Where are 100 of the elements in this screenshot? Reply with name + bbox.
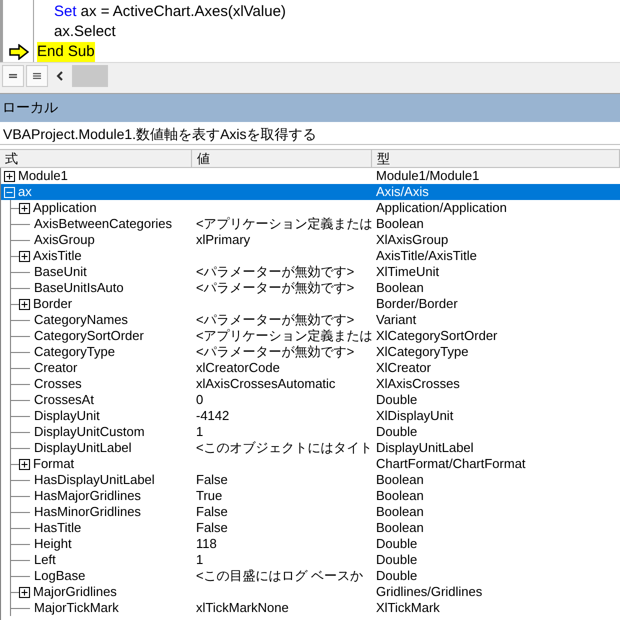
- type-cell-text: XlAxisCrosses: [375, 376, 461, 392]
- locals-row[interactable]: Left 1 Double: [1, 552, 620, 568]
- expand-icon[interactable]: [19, 298, 30, 310]
- expression-text: DisplayUnit: [34, 408, 100, 424]
- expression-text: AxisBetweenCategories: [34, 216, 172, 232]
- expression-text: CategoryNames: [34, 312, 128, 328]
- locals-row[interactable]: Creator xlCreatorCode XlCreator: [1, 360, 620, 376]
- scrollbar-thumb[interactable]: [72, 65, 108, 87]
- locals-row[interactable]: BaseUnitIsAuto <パラメーターが無効です> Boolean: [1, 280, 620, 296]
- value-cell-text: False: [195, 504, 229, 520]
- value-cell-text: <アプリケーション定義または: [195, 328, 373, 344]
- locals-row[interactable]: BaseUnit <パラメーターが無効です> XlTimeUnit: [1, 264, 620, 280]
- locals-row[interactable]: HasMinorGridlines False Boolean: [1, 504, 620, 520]
- column-header[interactable]: 型: [372, 150, 620, 167]
- locals-row[interactable]: HasMajorGridlines True Boolean: [1, 488, 620, 504]
- expression-text: MajorGridlines: [33, 584, 117, 600]
- value-cell-text: 1: [195, 424, 204, 440]
- locals-row[interactable]: ax Axis/Axis: [1, 184, 620, 200]
- locals-row[interactable]: Module1 Module1/Module1: [1, 168, 620, 184]
- value-cell-text: True: [195, 488, 224, 504]
- locals-title: ローカル: [0, 94, 620, 122]
- three-lines-icon: [33, 73, 41, 79]
- locals-row[interactable]: Height 118 Double: [1, 536, 620, 552]
- type-cell-text: XlAxisGroup: [375, 232, 450, 248]
- value-cell-text: <パラメーターが無効です>: [195, 264, 356, 280]
- expression-text: HasDisplayUnitLabel: [34, 472, 155, 488]
- expression-text: AxisGroup: [34, 232, 95, 248]
- two-lines-icon: [9, 73, 17, 79]
- type-cell-text: Boolean: [375, 472, 425, 488]
- value-cell-text: False: [195, 520, 229, 536]
- locals-row[interactable]: CategoryType <パラメーターが無効です> XlCategoryType: [1, 344, 620, 360]
- type-cell-text: Axis/Axis: [375, 184, 430, 200]
- value-cell-text: <パラメーターが無効です>: [195, 312, 356, 328]
- expression-text: CrossesAt: [34, 392, 94, 408]
- locals-row[interactable]: DisplayUnitCustom 1 Double: [1, 424, 620, 440]
- locals-row[interactable]: AxisGroup xlPrimary XlAxisGroup: [1, 232, 620, 248]
- expression-text: DisplayUnitLabel: [34, 440, 132, 456]
- code-line: Set ax = ActiveChart.Axes(xlValue): [54, 2, 286, 22]
- expand-icon[interactable]: [19, 202, 30, 214]
- expand-icon[interactable]: [4, 170, 15, 182]
- value-cell-text: <パラメーターが無効です>: [195, 280, 356, 296]
- expression-text: Crosses: [34, 376, 82, 392]
- type-cell-text: Double: [375, 392, 418, 408]
- expression-text: Application: [33, 200, 97, 216]
- locals-row[interactable]: Application Application/Application: [1, 200, 620, 216]
- locals-row[interactable]: Format ChartFormat/ChartFormat: [1, 456, 620, 472]
- type-cell-text: Boolean: [375, 520, 425, 536]
- expression-text: ax: [18, 184, 32, 200]
- value-cell-text: <アプリケーション定義または: [195, 216, 373, 232]
- expression-text: HasTitle: [34, 520, 82, 536]
- value-cell-text: xlCreatorCode: [195, 360, 281, 376]
- type-cell-text: Gridlines/Gridlines: [375, 584, 484, 600]
- expression-text: Format: [33, 456, 74, 472]
- locals-row[interactable]: DisplayUnit -4142 XlDisplayUnit: [1, 408, 620, 424]
- module-view-button[interactable]: [26, 65, 48, 87]
- value-cell-text: <このオブジェクトにはタイト: [195, 440, 373, 456]
- column-header[interactable]: 値: [192, 150, 372, 167]
- type-cell-text: DisplayUnitLabel: [375, 440, 475, 456]
- type-cell-text: XlCreator: [375, 360, 432, 376]
- locals-row[interactable]: Crosses xlAxisCrossesAutomatic XlAxisCrosses: [1, 376, 620, 392]
- type-cell-text: XlTimeUnit: [375, 264, 440, 280]
- value-cell-text: False: [195, 472, 229, 488]
- locals-row[interactable]: HasDisplayUnitLabel False Boolean: [1, 472, 620, 488]
- type-cell-text: XlCategorySortOrder: [375, 328, 498, 344]
- locals-row[interactable]: Border Border/Border: [1, 296, 620, 312]
- code-line: ax.Select: [54, 22, 116, 42]
- locals-row[interactable]: MajorGridlines Gridlines/Gridlines: [1, 584, 620, 600]
- expression-text: AxisTitle: [33, 248, 82, 264]
- column-header[interactable]: 式: [0, 150, 192, 167]
- locals-row[interactable]: DisplayUnitLabel <このオブジェクトにはタイト DisplayUnitLabel: [1, 440, 620, 456]
- type-cell-text: Boolean: [375, 488, 425, 504]
- expression-text: CategoryType: [34, 344, 115, 360]
- expression-text: BaseUnit: [34, 264, 87, 280]
- locals-row[interactable]: AxisTitle AxisTitle/AxisTitle: [1, 248, 620, 264]
- locals-row[interactable]: AxisBetweenCategories <アプリケーション定義または Boolean: [1, 216, 620, 232]
- expression-text: Border: [33, 296, 72, 312]
- procedure-view-button[interactable]: [2, 65, 24, 87]
- locals-row[interactable]: CrossesAt 0 Double: [1, 392, 620, 408]
- expand-icon[interactable]: [19, 586, 30, 598]
- type-cell-text: Double: [375, 552, 418, 568]
- locals-row[interactable]: MajorTickMark xlTickMarkNone XlTickMark: [1, 600, 620, 616]
- type-cell-text: ChartFormat/ChartFormat: [375, 456, 527, 472]
- type-cell-text: Module1/Module1: [375, 168, 480, 184]
- collapse-icon[interactable]: [4, 186, 15, 198]
- type-cell-text: Variant: [375, 312, 418, 328]
- expand-icon[interactable]: [19, 250, 30, 262]
- locals-row[interactable]: LogBase <この目盛にはログ ベースか Double: [1, 568, 620, 584]
- locals-row[interactable]: CategoryNames <パラメーターが無効です> Variant: [1, 312, 620, 328]
- value-cell-text: xlAxisCrossesAutomatic: [195, 376, 336, 392]
- type-cell-text: Double: [375, 568, 418, 584]
- chevron-left-icon: [56, 71, 64, 81]
- value-cell-text: xlTickMarkNone: [195, 600, 290, 616]
- locals-row[interactable]: CategorySortOrder <アプリケーション定義または XlCategorySortOrder: [1, 328, 620, 344]
- locals-row[interactable]: HasTitle False Boolean: [1, 520, 620, 536]
- type-cell-text: XlDisplayUnit: [375, 408, 454, 424]
- expand-icon[interactable]: [19, 458, 30, 470]
- expression-text: DisplayUnitCustom: [34, 424, 145, 440]
- type-cell-text: Double: [375, 536, 418, 552]
- expression-text: HasMajorGridlines: [34, 488, 141, 504]
- expression-text: CategorySortOrder: [34, 328, 144, 344]
